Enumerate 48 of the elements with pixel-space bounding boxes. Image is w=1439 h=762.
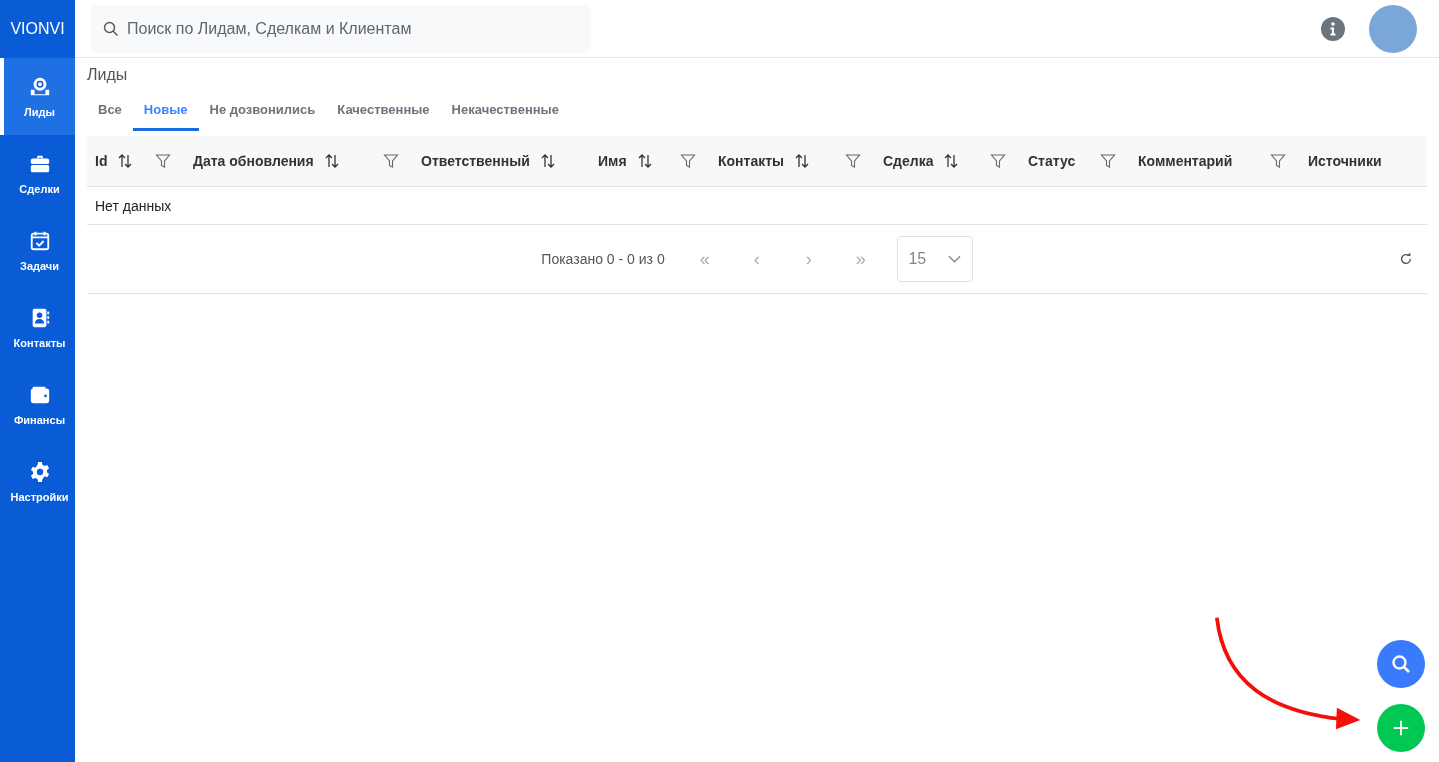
filter-icon[interactable] xyxy=(1270,153,1286,169)
page-size-dropdown[interactable]: 15 xyxy=(896,236,973,282)
brand-logo[interactable]: VIONVI xyxy=(0,0,75,58)
column-header[interactable]: Источники xyxy=(1300,136,1427,186)
empty-message: Нет данных xyxy=(95,197,172,214)
search-icon xyxy=(1391,654,1411,674)
sort-icon[interactable] xyxy=(117,153,134,169)
filter-icon[interactable] xyxy=(383,153,399,169)
sort-icon[interactable] xyxy=(794,153,810,169)
calendar-check-icon xyxy=(28,229,51,252)
sort-icon[interactable] xyxy=(323,153,340,169)
column-header[interactable]: Дата обновления xyxy=(185,136,413,186)
chevron-down-icon xyxy=(947,255,961,263)
column-header[interactable]: Комментарий xyxy=(1130,136,1300,186)
search-icon xyxy=(103,20,119,37)
column-header[interactable]: Сделка xyxy=(875,136,1020,186)
tab[interactable]: Новые xyxy=(132,92,199,131)
column-header[interactable]: Ответственный xyxy=(413,136,590,186)
column-header[interactable]: Контакты xyxy=(710,136,875,186)
search-button[interactable] xyxy=(1377,640,1425,688)
column-header[interactable]: Id xyxy=(87,136,185,186)
sort-icon[interactable] xyxy=(636,153,653,169)
column-header[interactable]: Имя xyxy=(590,136,710,186)
tab[interactable]: Некачественные xyxy=(440,92,570,131)
settings-icon xyxy=(28,460,51,483)
sidebar-item[interactable]: Лиды xyxy=(0,58,75,135)
sidebar-item[interactable]: Сделки xyxy=(0,135,75,212)
pagination-summary: Показано 0 - 0 из 0 xyxy=(541,251,665,267)
filter-icon[interactable] xyxy=(155,153,171,169)
search-field[interactable]: Поиск по Лидам, Сделкам и Клиентам xyxy=(91,4,591,53)
plus-icon xyxy=(1392,719,1410,737)
refresh-icon[interactable] xyxy=(1399,252,1413,266)
info-icon[interactable] xyxy=(1321,16,1345,41)
tab[interactable]: Качественные xyxy=(326,92,441,131)
tab[interactable]: Все xyxy=(87,92,133,131)
filter-icon[interactable] xyxy=(990,153,1006,169)
sort-icon[interactable] xyxy=(539,153,556,169)
column-header[interactable]: Статус xyxy=(1020,136,1130,186)
sidebar-item[interactable]: Настройки xyxy=(0,443,75,520)
sidebar-item[interactable]: Контакты xyxy=(0,289,75,366)
filter-icon[interactable] xyxy=(1100,153,1116,169)
sidebar-item[interactable]: Задачи xyxy=(0,212,75,289)
page-title: Лиды xyxy=(87,66,129,84)
sort-icon[interactable] xyxy=(943,153,960,169)
filter-icon[interactable] xyxy=(845,153,861,169)
sidebar-item[interactable]: Финансы xyxy=(0,366,75,443)
tab[interactable]: Не дозвонились xyxy=(198,92,327,131)
filter-icon[interactable] xyxy=(680,153,696,169)
